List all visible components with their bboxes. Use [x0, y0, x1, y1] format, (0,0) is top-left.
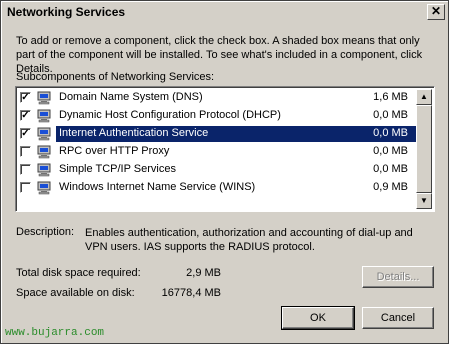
component-name: Simple TCP/IP Services — [59, 163, 176, 175]
ok-button[interactable]: OK — [281, 306, 355, 330]
component-checkbox[interactable] — [20, 164, 31, 175]
computer-icon — [36, 163, 52, 177]
list-item[interactable]: Simple TCP/IP Services 0,0 MB — [18, 161, 416, 179]
description-label: Description: — [16, 226, 75, 238]
disk-available-label: Space available on disk: — [16, 287, 135, 299]
list-item[interactable]: ✓ Internet Authentication Service 0,0 MB — [18, 125, 416, 143]
component-name: Internet Authentication Service — [57, 126, 211, 140]
component-size: 0,0 MB — [373, 145, 408, 157]
list-rows: ✓ Domain Name System (DNS) 1,6 MB ✓ Dynamic … — [18, 89, 416, 197]
component-name: RPC over HTTP Proxy — [59, 145, 170, 157]
title-bar: Networking Services ✕ — [3, 3, 446, 23]
list-item[interactable]: RPC over HTTP Proxy 0,0 MB — [18, 143, 416, 161]
vertical-scrollbar[interactable]: ▲ ▼ — [416, 89, 432, 209]
dialog-title: Networking Services — [7, 5, 126, 19]
component-size: 0,0 MB — [371, 126, 410, 140]
description-text: Enables authentication, authorization an… — [85, 227, 413, 253]
networking-services-dialog: Networking Services ✕ To add or remove a… — [0, 0, 449, 344]
subcomponents-label: Subcomponents of Networking Services: — [16, 71, 215, 83]
component-name: Windows Internet Name Service (WINS) — [59, 181, 256, 193]
scroll-up-button[interactable]: ▲ — [416, 89, 432, 105]
component-checkbox[interactable]: ✓ — [20, 110, 31, 121]
disk-available-value: 16778,4 MB — [161, 287, 221, 299]
component-size: 0,0 MB — [373, 109, 408, 121]
watermark-text: www.bujarra.com — [5, 327, 105, 339]
component-checkbox[interactable] — [20, 182, 31, 193]
component-size: 0,9 MB — [373, 181, 408, 193]
component-name: Dynamic Host Configuration Protocol (DHC… — [59, 109, 281, 121]
instructions-text: To add or remove a component, click the … — [16, 35, 423, 75]
cancel-button[interactable]: Cancel — [362, 307, 434, 329]
component-name: Domain Name System (DNS) — [59, 91, 203, 103]
close-button[interactable]: ✕ — [427, 4, 445, 20]
computer-icon — [36, 91, 52, 105]
component-size: 0,0 MB — [373, 163, 408, 175]
list-item[interactable]: ✓ Dynamic Host Configuration Protocol (DH… — [18, 107, 416, 125]
list-item[interactable]: Windows Internet Name Service (WINS) 0,9 … — [18, 179, 416, 197]
computer-icon — [36, 181, 52, 195]
component-checkbox[interactable] — [20, 146, 31, 157]
computer-icon — [36, 127, 52, 141]
scroll-down-button[interactable]: ▼ — [416, 193, 432, 209]
scroll-thumb[interactable] — [416, 105, 432, 193]
component-size: 1,6 MB — [373, 91, 408, 103]
subcomponents-list[interactable]: ✓ Domain Name System (DNS) 1,6 MB ✓ Dynamic … — [15, 86, 435, 212]
disk-required-value: 2,9 MB — [186, 267, 221, 279]
computer-icon — [36, 109, 52, 123]
list-item[interactable]: ✓ Domain Name System (DNS) 1,6 MB — [18, 89, 416, 107]
details-button[interactable]: Details... — [362, 266, 434, 288]
computer-icon — [36, 145, 52, 159]
component-checkbox[interactable]: ✓ — [20, 92, 31, 103]
disk-required-label: Total disk space required: — [16, 267, 141, 279]
component-checkbox[interactable]: ✓ — [20, 128, 31, 139]
